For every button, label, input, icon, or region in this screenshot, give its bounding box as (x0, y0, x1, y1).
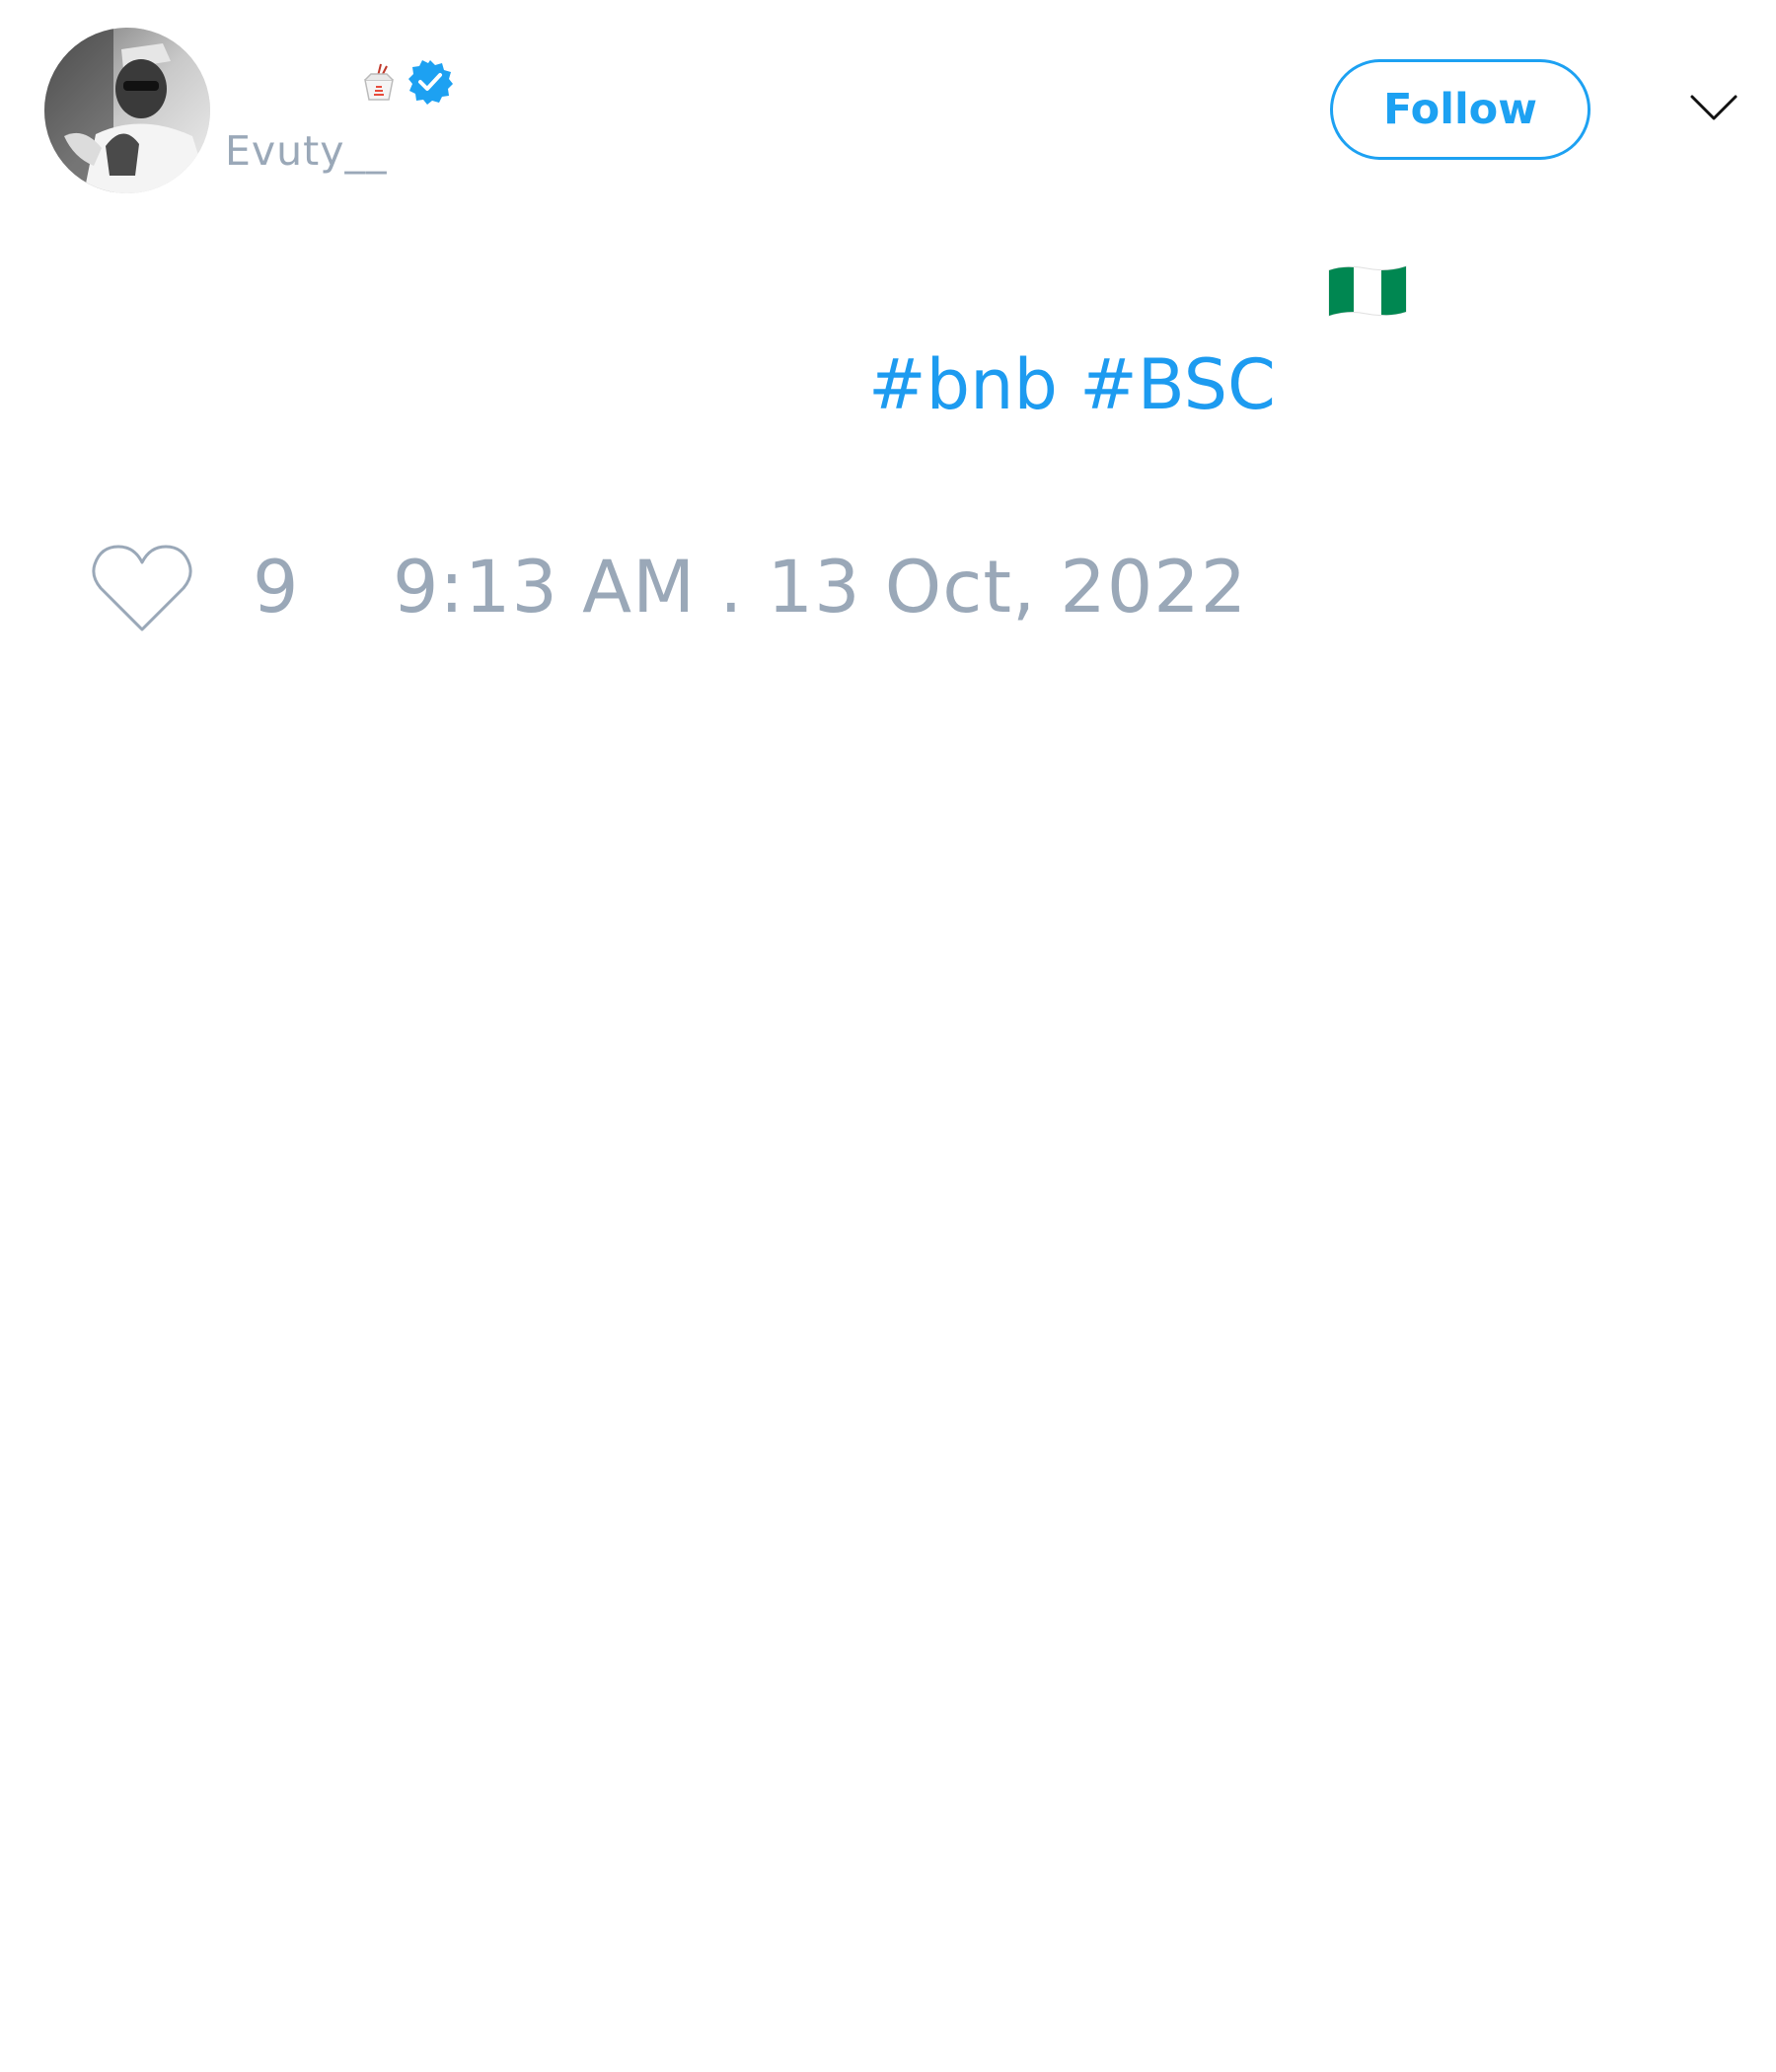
author-handle[interactable]: Evuty__ (225, 126, 388, 176)
hashtag-link[interactable]: #BSC (1079, 344, 1276, 425)
avatar-photo (44, 28, 210, 193)
verified-badge-icon (408, 60, 453, 105)
tweet-text: #bnb #BSC (868, 345, 1276, 424)
heart-icon[interactable] (89, 541, 195, 635)
tweet-timestamp[interactable]: 9:13 AM . 13 Oct, 2022 (393, 548, 1247, 629)
follow-button[interactable]: Follow (1330, 59, 1591, 160)
avatar[interactable] (44, 28, 210, 193)
chevron-down-icon[interactable] (1689, 89, 1739, 128)
nigeria-flag-icon (1328, 265, 1407, 317)
author-name-row (351, 57, 454, 107)
like-count: 9 (253, 546, 299, 629)
hashtag-link[interactable]: #bnb (868, 344, 1058, 425)
takeout-box-icon (364, 63, 394, 101)
tweet-card: Evuty__ Follow #bnb #BSC 9 9:13 AM . 13 … (0, 0, 1776, 2072)
